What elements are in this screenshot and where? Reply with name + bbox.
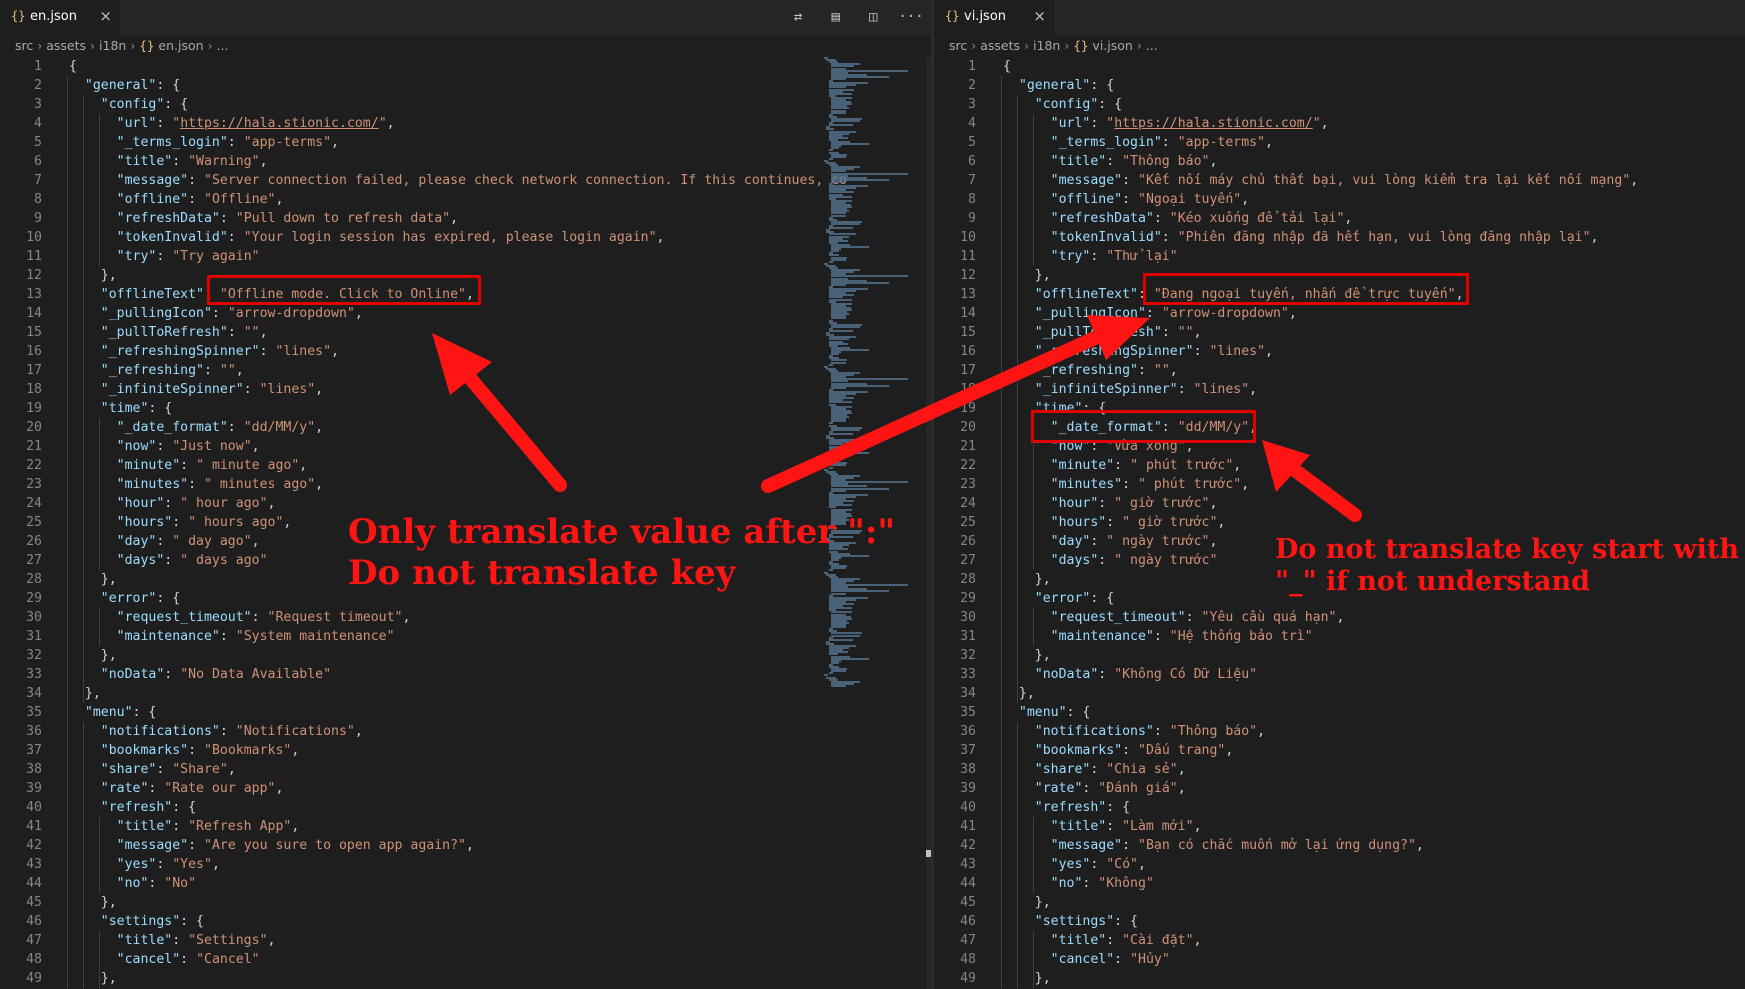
note-left-line-2: Do not translate key	[348, 553, 736, 593]
annotation-note-right: Do not translate key start with "_" if n…	[1275, 534, 1739, 598]
annotation-note-left: Only translate value after ":" Do not tr…	[348, 512, 895, 594]
note-right-line-1: Do not translate key start with	[1275, 534, 1739, 565]
arrow-left	[463, 371, 567, 492]
note-left-line-1: Only translate value after ":"	[348, 512, 896, 552]
arrow-right	[1285, 461, 1362, 522]
note-right-line-2: "_" if not understand	[1275, 566, 1591, 597]
annotation-arrows	[432, 315, 1362, 522]
arrow-middle	[761, 331, 1102, 493]
